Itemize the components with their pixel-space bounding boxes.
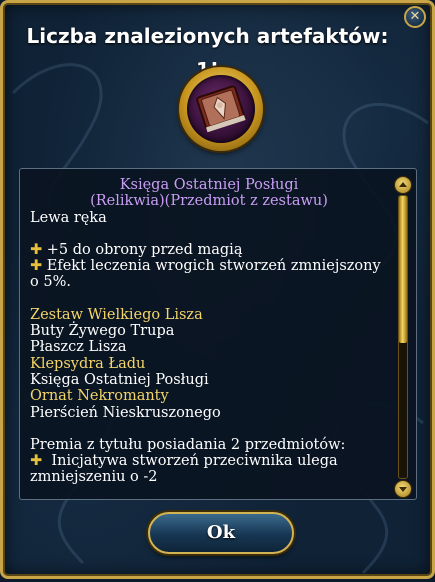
close-button[interactable]: ✕ — [404, 6, 426, 28]
artifact-type: (Relikwia)(Przedmiot z zestawu) — [90, 193, 328, 210]
artifact-name: Księga Ostatniej Posługi — [119, 177, 299, 193]
set-item-owned: Ornat Nekromanty — [30, 388, 169, 405]
set-bonus-header: Premia z tytułu posiadania 2 przedmiotów… — [30, 436, 346, 453]
set-bonus-line: ✚ Inicjatywa stworzeń przeciwnika ulega — [30, 453, 338, 470]
plus-icon: ✚ — [30, 453, 43, 470]
scroll-down-button[interactable] — [395, 481, 411, 497]
scroll-thumb[interactable] — [399, 196, 407, 343]
set-item-owned: Klepsydra Ładu — [30, 355, 146, 372]
set-bonus-line-continued: zmniejszeniu o -2 — [30, 469, 158, 486]
dialog-title: Liczba znalezionych artefaktów: 1! — [26, 24, 389, 82]
bonus-line: ✚ +5 do obrony przed magią — [30, 241, 243, 258]
bonus-line-continued: o 5%. — [30, 274, 71, 291]
artifact-medallion — [179, 67, 263, 151]
set-item: Pierścień Nieskruszonego — [30, 404, 221, 421]
artifact-description: Księga Ostatniej Posługi (Relikwia)(Prze… — [30, 177, 388, 495]
set-item: Buty Żywego Trupa — [30, 323, 175, 340]
set-name: Zestaw Wielkiego Lisza — [30, 306, 203, 323]
artifact-slot: Lewa ręka — [30, 209, 107, 226]
plus-icon: ✚ — [30, 258, 43, 275]
arrow-down-icon — [399, 487, 407, 492]
close-icon: ✕ — [409, 9, 421, 24]
ok-button[interactable]: Ok — [148, 512, 294, 554]
set-item: Płaszcz Lisza — [30, 339, 127, 356]
bonus-line: ✚ Efekt leczenia wrogich stworzeń zmniej… — [30, 258, 381, 275]
artifact-description-panel: Księga Ostatniej Posługi (Relikwia)(Prze… — [19, 168, 417, 500]
arrow-up-icon — [399, 182, 407, 187]
scroll-track[interactable] — [398, 195, 408, 479]
vertical-scrollbar[interactable] — [395, 177, 411, 497]
plus-icon: ✚ — [30, 241, 43, 258]
artifact-found-dialog: Liczba znalezionych artefaktów: 1! ✕ Ksi… — [0, 0, 435, 579]
set-item: Księga Ostatniej Posługi — [30, 371, 209, 388]
book-artifact-icon — [196, 85, 246, 133]
scroll-up-button[interactable] — [395, 177, 411, 193]
